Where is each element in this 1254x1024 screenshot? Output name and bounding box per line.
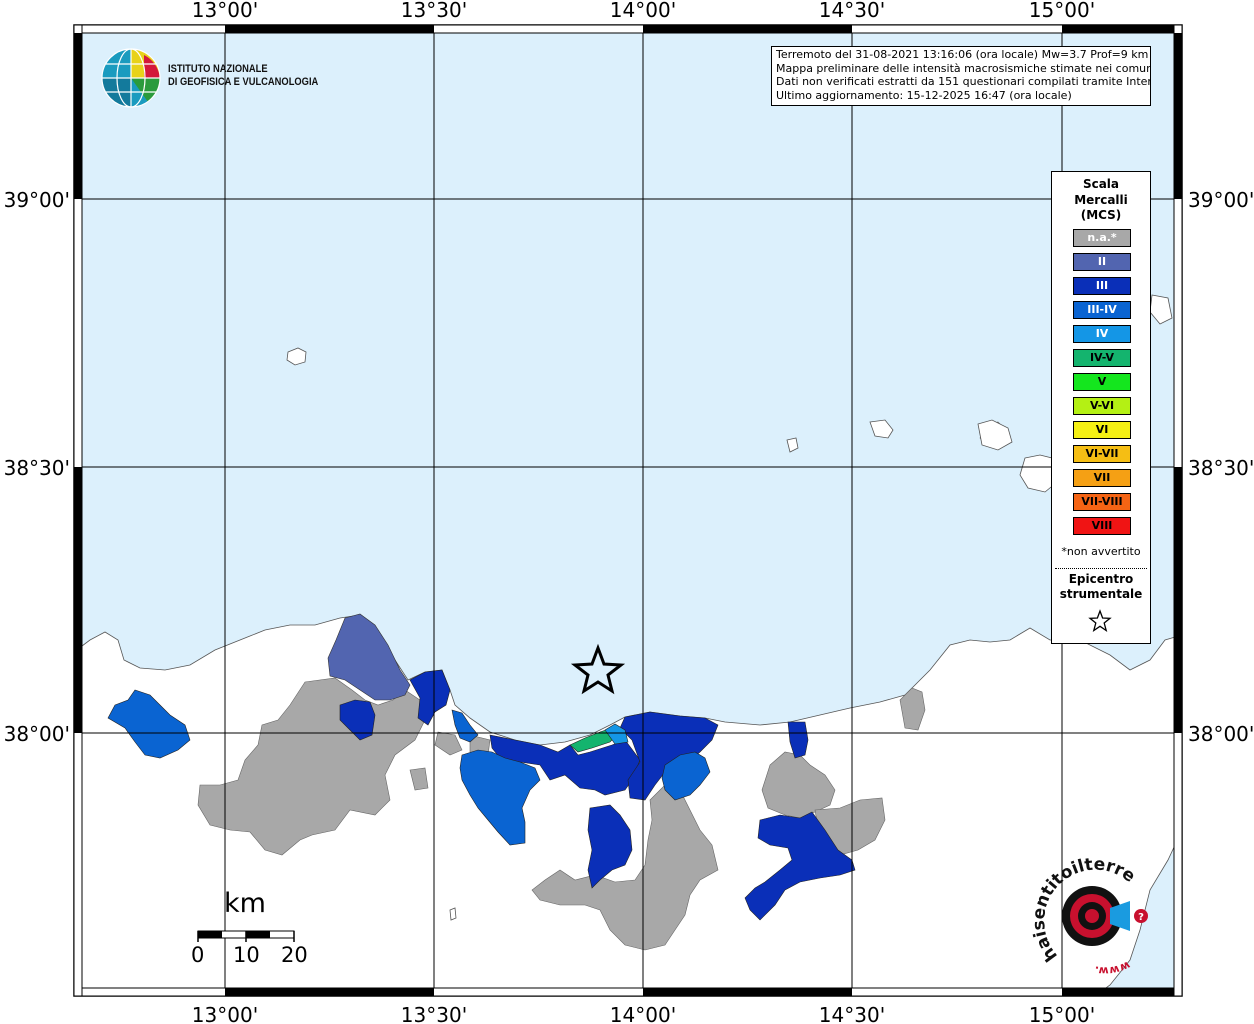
event-info-line: Ultimo aggiornamento: 15-12-2025 16:47 (… [776, 88, 1072, 102]
lon-tick-top: 14°30' [819, 0, 885, 22]
legend-swatch: VI [1073, 421, 1131, 439]
lat-tick-left: 38°00' [4, 722, 70, 746]
lon-tick-bottom: 14°00' [610, 1003, 676, 1024]
lon-tick-top: 13°00' [192, 0, 258, 22]
ingv-name-line2: DI GEOFISICA E VULCANOLOGIA [168, 76, 319, 88]
lon-tick-bottom: 13°00' [192, 1003, 258, 1024]
legend-star-icon [1088, 609, 1112, 633]
legend-title-line: (MCS) [1080, 208, 1122, 222]
legend-na-note: *non avvertito [1061, 545, 1141, 558]
legend-title-line: Scala [1082, 177, 1120, 191]
lon-tick-top: 14°00' [610, 0, 676, 22]
ingv-name: ISTITUTO NAZIONALE DI GEOFISICA E VULCAN… [168, 63, 318, 89]
scale-unit: km [224, 888, 266, 919]
legend-swatch: VII [1073, 469, 1131, 487]
lat-tick-labels-right: 39°00' 38°30' 38°00' [1188, 188, 1254, 746]
lat-tick-left: 39°00' [4, 188, 70, 212]
legend-swatch: VIII [1073, 517, 1131, 535]
legend-swatch: III [1073, 277, 1131, 295]
ingv-name-line1: ISTITUTO NAZIONALE [168, 63, 268, 75]
lat-tick-left: 38°30' [4, 456, 70, 480]
legend-swatch: V-VI [1073, 397, 1131, 415]
legend-swatch: n.a.* [1073, 229, 1131, 247]
lon-tick-top: 13°30' [401, 0, 467, 22]
event-info-box: Terremoto del 31-08-2021 13:16:06 (ora l… [771, 46, 1151, 106]
legend-swatch: IV-V [1073, 349, 1131, 367]
legend-swatch: II [1073, 253, 1131, 271]
lat-tick-labels-left: 39°00' 38°30' 38°00' [4, 188, 70, 746]
lon-tick-labels-top: 13°00' 13°30' 14°00' 14°30' 15°00' [192, 0, 1095, 22]
haisentitoilterremoto-logo: haisentitoilterremoto.it www. ? [1028, 856, 1148, 978]
legend-epicenter-line: strumentale [1059, 587, 1143, 601]
legend-swatch: IV [1073, 325, 1131, 343]
event-info-line: Dati non verificati estratti da 151 ques… [776, 75, 1151, 88]
svg-text:www.: www. [1093, 959, 1132, 978]
legend-swatch: V [1073, 373, 1131, 391]
legend-swatch: VI-VII [1073, 445, 1131, 463]
scale-label: 10 [233, 943, 260, 967]
scale-label: 20 [281, 943, 308, 967]
svg-text:?: ? [1138, 912, 1144, 923]
lat-tick-right: 39°00' [1188, 188, 1254, 212]
lon-tick-bottom: 14°30' [819, 1003, 885, 1024]
legend-swatches: n.a.* II III III-IV IV IV-V V V-VI VI VI-VII VII VI… [1073, 229, 1131, 541]
lat-tick-right: 38°00' [1188, 722, 1254, 746]
lon-tick-bottom: 13°30' [401, 1003, 467, 1024]
legend-title-line: Mercalli [1074, 192, 1128, 207]
scale-label: 0 [191, 943, 205, 967]
lon-tick-bottom: 15°00' [1029, 1003, 1095, 1024]
hst-logo-url: www. [1093, 959, 1132, 978]
legend-swatch: VII-VIII [1073, 493, 1131, 511]
lon-tick-top: 15°00' [1029, 0, 1095, 22]
event-info-line: Mappa preliminare delle intensità macros… [776, 61, 1151, 75]
lat-tick-right: 38°30' [1188, 456, 1254, 480]
lon-tick-labels-bottom: 13°00' 13°30' 14°00' 14°30' 15°00' [192, 1003, 1095, 1024]
ingv-logo [101, 48, 161, 108]
event-info-line: Terremoto del 31-08-2021 13:16:06 (ora l… [776, 48, 1149, 61]
mcs-legend: Scala Mercalli (MCS) n.a.* II III III-IV IV I… [1051, 171, 1151, 644]
legend-separator [1055, 568, 1147, 569]
legend-epicenter-line: Epicentro [1068, 572, 1134, 586]
legend-title: Scala Mercalli (MCS) [1052, 177, 1150, 224]
legend-swatch: III-IV [1073, 301, 1131, 319]
legend-epicenter-label: Epicentro strumentale [1052, 572, 1150, 602]
